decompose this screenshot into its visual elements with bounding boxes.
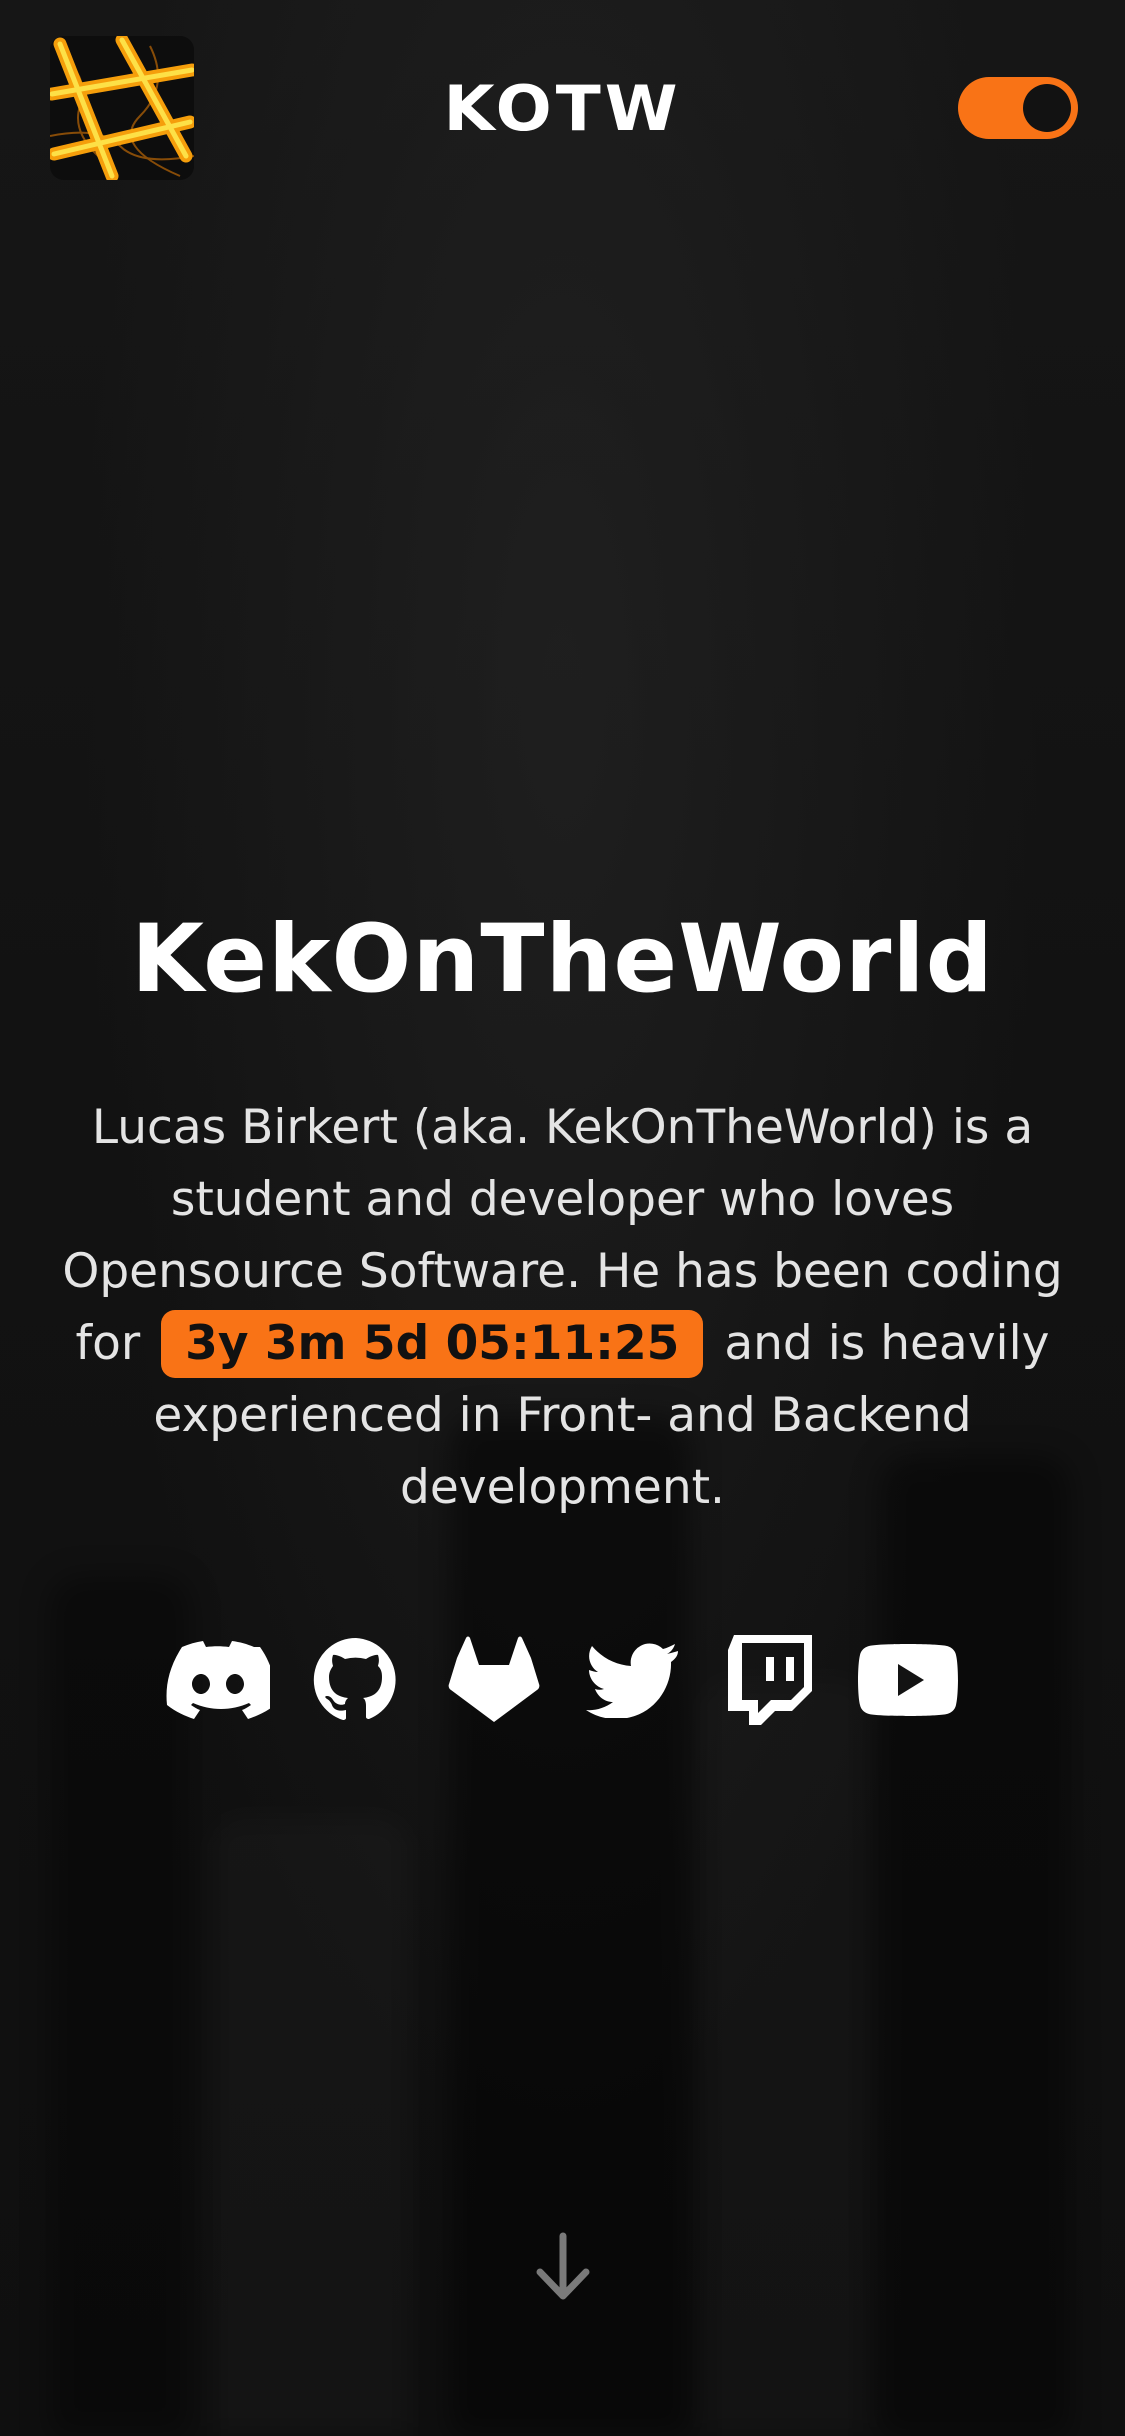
bio-text: Lucas Birkert (aka. KekOnTheWorld) is a …	[60, 1092, 1065, 1524]
github-icon[interactable]	[287, 1630, 425, 1730]
youtube-icon[interactable]	[839, 1630, 977, 1730]
arrow-down-icon[interactable]	[534, 2232, 592, 2302]
top-bar: KOTW	[0, 0, 1125, 220]
theme-toggle[interactable]	[958, 77, 1078, 139]
hero-title: KekOnTheWorld	[131, 905, 994, 1014]
toggle-knob	[1023, 84, 1071, 132]
twitch-icon[interactable]	[701, 1630, 839, 1730]
gitlab-icon[interactable]	[425, 1630, 563, 1730]
twitter-icon[interactable]	[563, 1630, 701, 1730]
discord-icon[interactable]	[149, 1630, 287, 1730]
coding-duration-badge: 3y 3m 5d 05:11:25	[161, 1310, 704, 1378]
social-links	[0, 1630, 1125, 1730]
brand-title[interactable]: KOTW	[0, 72, 1125, 145]
